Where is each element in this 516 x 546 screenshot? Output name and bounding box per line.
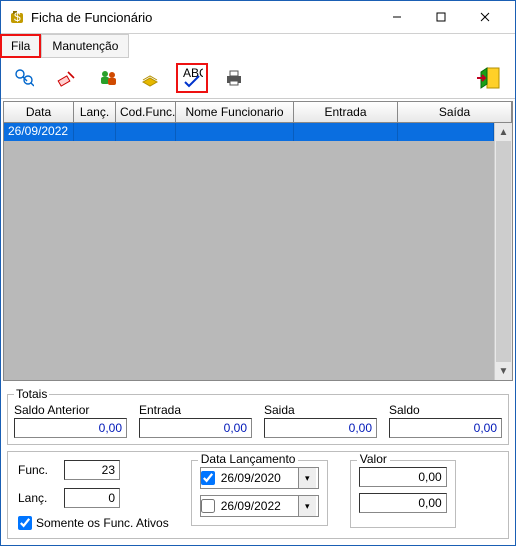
somente-ativos-checkbox[interactable] [18,516,32,530]
menu-manutencao[interactable]: Manutenção [41,34,129,58]
scroll-thumb[interactable] [496,141,511,362]
search-icon[interactable] [9,64,39,92]
maximize-button[interactable] [419,3,463,31]
cell-lanc [74,123,116,141]
date1-input[interactable] [218,469,296,487]
valor-title: Valor [357,452,390,466]
col-saida[interactable]: Saída [398,102,512,122]
col-nome[interactable]: Nome Funcionario [176,102,294,122]
entrada-label: Entrada [139,403,252,417]
svg-text:$: $ [14,10,21,24]
cell-nome [176,123,294,141]
col-entrada[interactable]: Entrada [294,102,398,122]
valor-fieldset: Valor 0,00 0,00 [350,460,456,528]
data-lancamento-fieldset: Data Lançamento ▾ ▾ [191,460,328,526]
bottom-fieldset: Func. Lanç. Somente os Func. Ativos Data… [7,451,509,539]
cell-data: 26/09/2022 [4,123,74,141]
exit-icon[interactable] [471,64,507,92]
cell-cod [116,123,176,141]
data-lancamento-title: Data Lançamento [198,452,299,466]
eraser-icon[interactable] [51,64,81,92]
cell-entrada [294,123,398,141]
app-icon: $ [9,9,25,25]
saldo-anterior-value: 0,00 [14,418,127,438]
totals-fieldset: Totais Saldo Anterior 0,00 Entrada 0,00 … [7,387,509,445]
date1-checkbox[interactable] [201,471,215,485]
close-button[interactable] [463,3,507,31]
saldo-label: Saldo [389,403,502,417]
totals-legend: Totais [14,387,49,401]
somente-ativos-label: Somente os Func. Ativos [36,516,169,530]
users-icon[interactable] [93,64,123,92]
window-title: Ficha de Funcionário [31,10,375,25]
scrollbar[interactable]: ▲ ▼ [494,123,512,380]
grid-row[interactable]: 26/09/2022 [4,123,494,141]
menu-fila[interactable]: Fila [1,34,41,58]
lanc-input[interactable] [64,488,120,508]
saida-label: Saida [264,403,377,417]
somente-ativos-row[interactable]: Somente os Func. Ativos [18,516,169,530]
printer-icon[interactable] [219,64,249,92]
data-grid[interactable]: Data Lanç. Cod.Func. Nome Funcionario En… [3,101,513,381]
func-label: Func. [18,463,64,477]
date1-dropdown[interactable]: ▾ [298,468,316,488]
col-data[interactable]: Data [4,102,74,122]
saldo-anterior-label: Saldo Anterior [14,403,127,417]
title-bar: $ Ficha de Funcionário [1,1,515,33]
date2-dropdown[interactable]: ▾ [298,496,316,516]
func-input[interactable] [64,460,120,480]
valor1-input[interactable]: 0,00 [359,467,447,487]
col-lanc[interactable]: Lanç. [74,102,116,122]
toolbar: ABC [1,58,515,99]
saldo-value: 0,00 [389,418,502,438]
lanc-label: Lanç. [18,491,64,505]
date2-checkbox[interactable] [201,499,215,513]
book-icon[interactable] [135,64,165,92]
col-cod[interactable]: Cod.Func. [116,102,176,122]
date2-input[interactable] [218,497,296,515]
menu-bar: Fila Manutenção [1,33,515,58]
scroll-up-icon[interactable]: ▲ [495,123,512,141]
cell-saida [398,123,494,141]
entrada-value: 0,00 [139,418,252,438]
minimize-button[interactable] [375,3,419,31]
menu-fila-label: Fila [11,39,30,53]
valor2-input[interactable]: 0,00 [359,493,447,513]
scroll-down-icon[interactable]: ▼ [495,362,512,380]
saida-value: 0,00 [264,418,377,438]
grid-header: Data Lanç. Cod.Func. Nome Funcionario En… [4,102,512,123]
svg-text:ABC: ABC [183,68,203,80]
menu-manutencao-label: Manutenção [52,39,118,53]
spellcheck-icon[interactable]: ABC [177,64,207,92]
